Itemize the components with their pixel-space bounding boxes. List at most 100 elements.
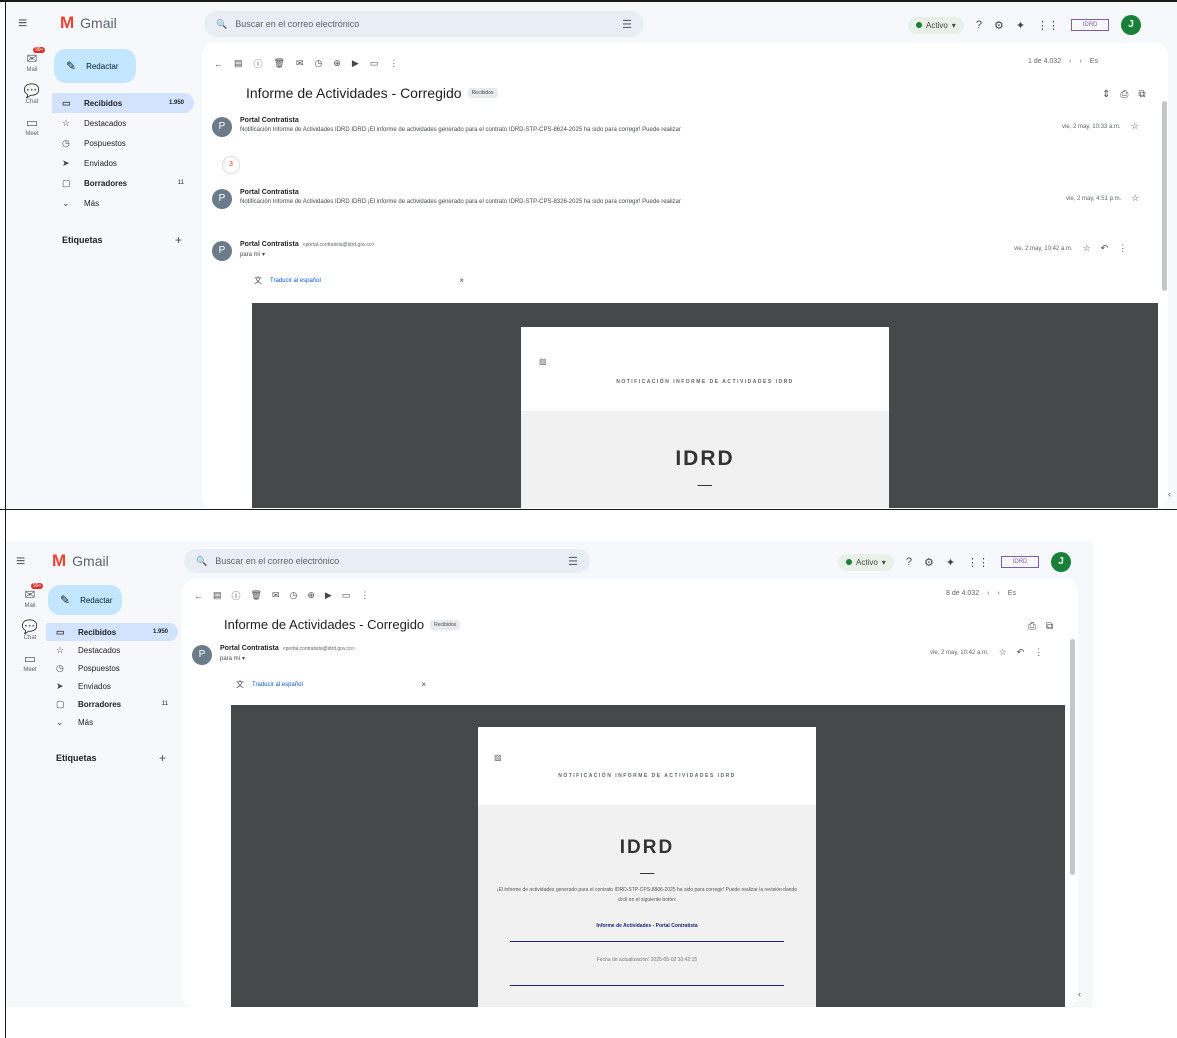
search-options-icon[interactable]: ☰ — [622, 18, 632, 31]
report-spam-icon[interactable]: ⓘ — [232, 589, 241, 602]
sidebar-item-sent[interactable]: ➤ Enviados — [46, 677, 178, 695]
message-collapsed[interactable]: P Portal Contratista Notificación Inform… — [212, 117, 681, 137]
compose-button[interactable]: ✎ Redactar — [48, 585, 122, 615]
account-avatar[interactable]: J — [1121, 15, 1142, 35]
apps-icon[interactable]: ⋮⋮ — [1037, 19, 1059, 32]
star-icon[interactable]: ☆ — [1083, 243, 1091, 254]
expand-all-icon[interactable]: ⇕ — [1102, 89, 1110, 100]
print-icon[interactable]: ⎙ — [1120, 89, 1128, 100]
org-badge[interactable]: IDRD — [1071, 19, 1110, 31]
search-bar[interactable]: 🔍 Buscar en el correo electrónico ☰ — [184, 549, 590, 573]
gemini-icon[interactable]: ✦ — [946, 556, 955, 569]
back-arrow-icon[interactable]: ← — [214, 59, 223, 69]
mark-unread-icon[interactable]: ✉ — [272, 590, 280, 601]
prev-page-icon[interactable]: ‹ — [987, 590, 989, 597]
apps-icon[interactable]: ⋮⋮ — [967, 556, 989, 569]
account-avatar[interactable]: J — [1051, 552, 1072, 572]
inbox-tag[interactable]: Recibidos — [467, 88, 498, 98]
search-icon[interactable]: 🔍 — [216, 19, 227, 30]
help-icon[interactable]: ? — [976, 19, 982, 31]
next-page-icon[interactable]: › — [1079, 58, 1081, 65]
star-icon[interactable]: ☆ — [1131, 193, 1139, 204]
side-panel-toggle-icon[interactable]: ‹ — [1168, 489, 1171, 499]
prev-page-icon[interactable]: ‹ — [1069, 58, 1071, 65]
rail-mail[interactable]: ✉ 99+ Mail — [10, 583, 50, 609]
message-collapsed[interactable]: P Portal Contratista Notificación Inform… — [212, 189, 681, 209]
inbox-tag[interactable]: Recibidos — [430, 619, 461, 630]
translate-link[interactable]: Traducir al español — [252, 682, 303, 688]
archive-icon[interactable]: ▤ — [213, 590, 222, 601]
close-icon[interactable]: × — [459, 276, 464, 285]
sidebar-item-drafts[interactable]: ▢ Borradores 11 — [52, 173, 194, 193]
reply-icon[interactable]: ↶ — [1101, 243, 1109, 254]
thread-scrollbar[interactable] — [1070, 639, 1075, 875]
move-to-icon[interactable]: ▶ — [325, 590, 332, 601]
sidebar-item-more[interactable]: ⌄ Más — [52, 193, 194, 213]
search-bar[interactable]: 🔍 Buscar en el correo electrónico ☰ — [204, 11, 644, 37]
print-icon[interactable]: ⎙ — [1028, 621, 1036, 632]
report-spam-icon[interactable]: ⓘ — [254, 57, 263, 70]
recipient-line[interactable]: para mí ▾ — [240, 251, 375, 258]
sidebar-item-more[interactable]: ⌄ Más — [46, 713, 178, 731]
archive-icon[interactable]: ▤ — [234, 58, 243, 69]
sidebar-item-starred[interactable]: ☆ Destacados — [46, 641, 178, 659]
gmail-logo[interactable]: M Gmail — [52, 551, 109, 571]
more-options-icon[interactable]: ⋮ — [360, 590, 369, 601]
compose-button[interactable]: ✎ Redactar — [54, 49, 136, 83]
thread-scrollbar[interactable] — [1162, 101, 1167, 291]
sidebar-item-snoozed[interactable]: ◷ Pospuestos — [52, 133, 194, 153]
language-button[interactable]: Es — [1090, 58, 1098, 65]
rail-mail[interactable]: ✉ 99+ Mail — [12, 47, 52, 73]
delete-icon[interactable]: 🗑 — [274, 58, 285, 69]
snooze-icon[interactable]: ◷ — [290, 590, 298, 601]
help-icon[interactable]: ? — [906, 556, 912, 568]
rail-meet[interactable]: ▭ Meet — [10, 651, 50, 673]
add-task-icon[interactable]: ⊕ — [307, 590, 315, 601]
settings-icon[interactable]: ⚙ — [994, 19, 1004, 32]
org-badge[interactable]: IDRD — [1001, 556, 1040, 568]
sidebar-item-inbox[interactable]: ▭ Recibidos 1.950 — [52, 93, 194, 113]
sidebar-item-sent[interactable]: ➤ Enviados — [52, 153, 194, 173]
sidebar-item-snoozed[interactable]: ◷ Pospuestos — [46, 659, 178, 677]
snooze-icon[interactable]: ◷ — [315, 58, 323, 69]
add-task-icon[interactable]: ⊕ — [333, 58, 341, 69]
star-icon[interactable]: ☆ — [999, 647, 1007, 658]
delete-icon[interactable]: 🗑 — [251, 590, 262, 601]
mark-unread-icon[interactable]: ✉ — [296, 58, 304, 69]
search-icon[interactable]: 🔍 — [196, 556, 207, 567]
menu-icon[interactable]: ≡ — [16, 553, 25, 571]
expand-hidden-messages[interactable]: 3 — [222, 156, 240, 174]
label-icon[interactable]: ▭ — [342, 590, 351, 601]
settings-icon[interactable]: ⚙ — [924, 556, 934, 569]
open-new-window-icon[interactable]: ⧉ — [1046, 621, 1053, 632]
rail-chat[interactable]: 💬 Chat — [10, 619, 50, 641]
rail-meet[interactable]: ▭ Meet — [12, 115, 52, 137]
add-label-icon[interactable]: + — [175, 233, 194, 247]
more-vert-icon[interactable]: ⋮ — [1118, 243, 1127, 254]
rail-chat[interactable]: 💬 Chat — [12, 83, 52, 105]
translate-link[interactable]: Traducir al español — [270, 278, 321, 284]
status-button[interactable]: Activo ▾ — [838, 553, 894, 571]
star-icon[interactable]: ☆ — [1131, 121, 1139, 132]
back-arrow-icon[interactable]: ← — [194, 591, 203, 601]
status-button[interactable]: Activo ▾ — [908, 16, 964, 34]
more-vert-icon[interactable]: ⋮ — [1034, 647, 1043, 658]
more-options-icon[interactable]: ⋮ — [389, 58, 398, 69]
gemini-icon[interactable]: ✦ — [1016, 19, 1025, 32]
sidebar-item-drafts[interactable]: ▢ Borradores 11 — [46, 695, 178, 713]
sidebar-item-inbox[interactable]: ▭ Recibidos 1.950 — [46, 623, 178, 641]
gmail-logo[interactable]: M Gmail — [60, 13, 117, 33]
activity-report-link[interactable]: Informe de Actividades - Portal Contrati… — [478, 923, 816, 929]
add-label-icon[interactable]: + — [159, 751, 178, 765]
recipient-line[interactable]: para mí ▾ — [220, 655, 355, 662]
language-button[interactable]: Es — [1008, 590, 1016, 597]
side-panel-toggle-icon[interactable]: ‹ — [1078, 989, 1081, 999]
move-to-icon[interactable]: ▶ — [352, 58, 359, 69]
label-icon[interactable]: ▭ — [370, 58, 379, 69]
sidebar-item-starred[interactable]: ☆ Destacados — [52, 113, 194, 133]
open-new-window-icon[interactable]: ⧉ — [1138, 89, 1145, 100]
menu-icon[interactable]: ≡ — [18, 15, 27, 33]
reply-icon[interactable]: ↶ — [1017, 647, 1025, 658]
next-page-icon[interactable]: › — [997, 590, 999, 597]
search-options-icon[interactable]: ☰ — [568, 555, 578, 568]
